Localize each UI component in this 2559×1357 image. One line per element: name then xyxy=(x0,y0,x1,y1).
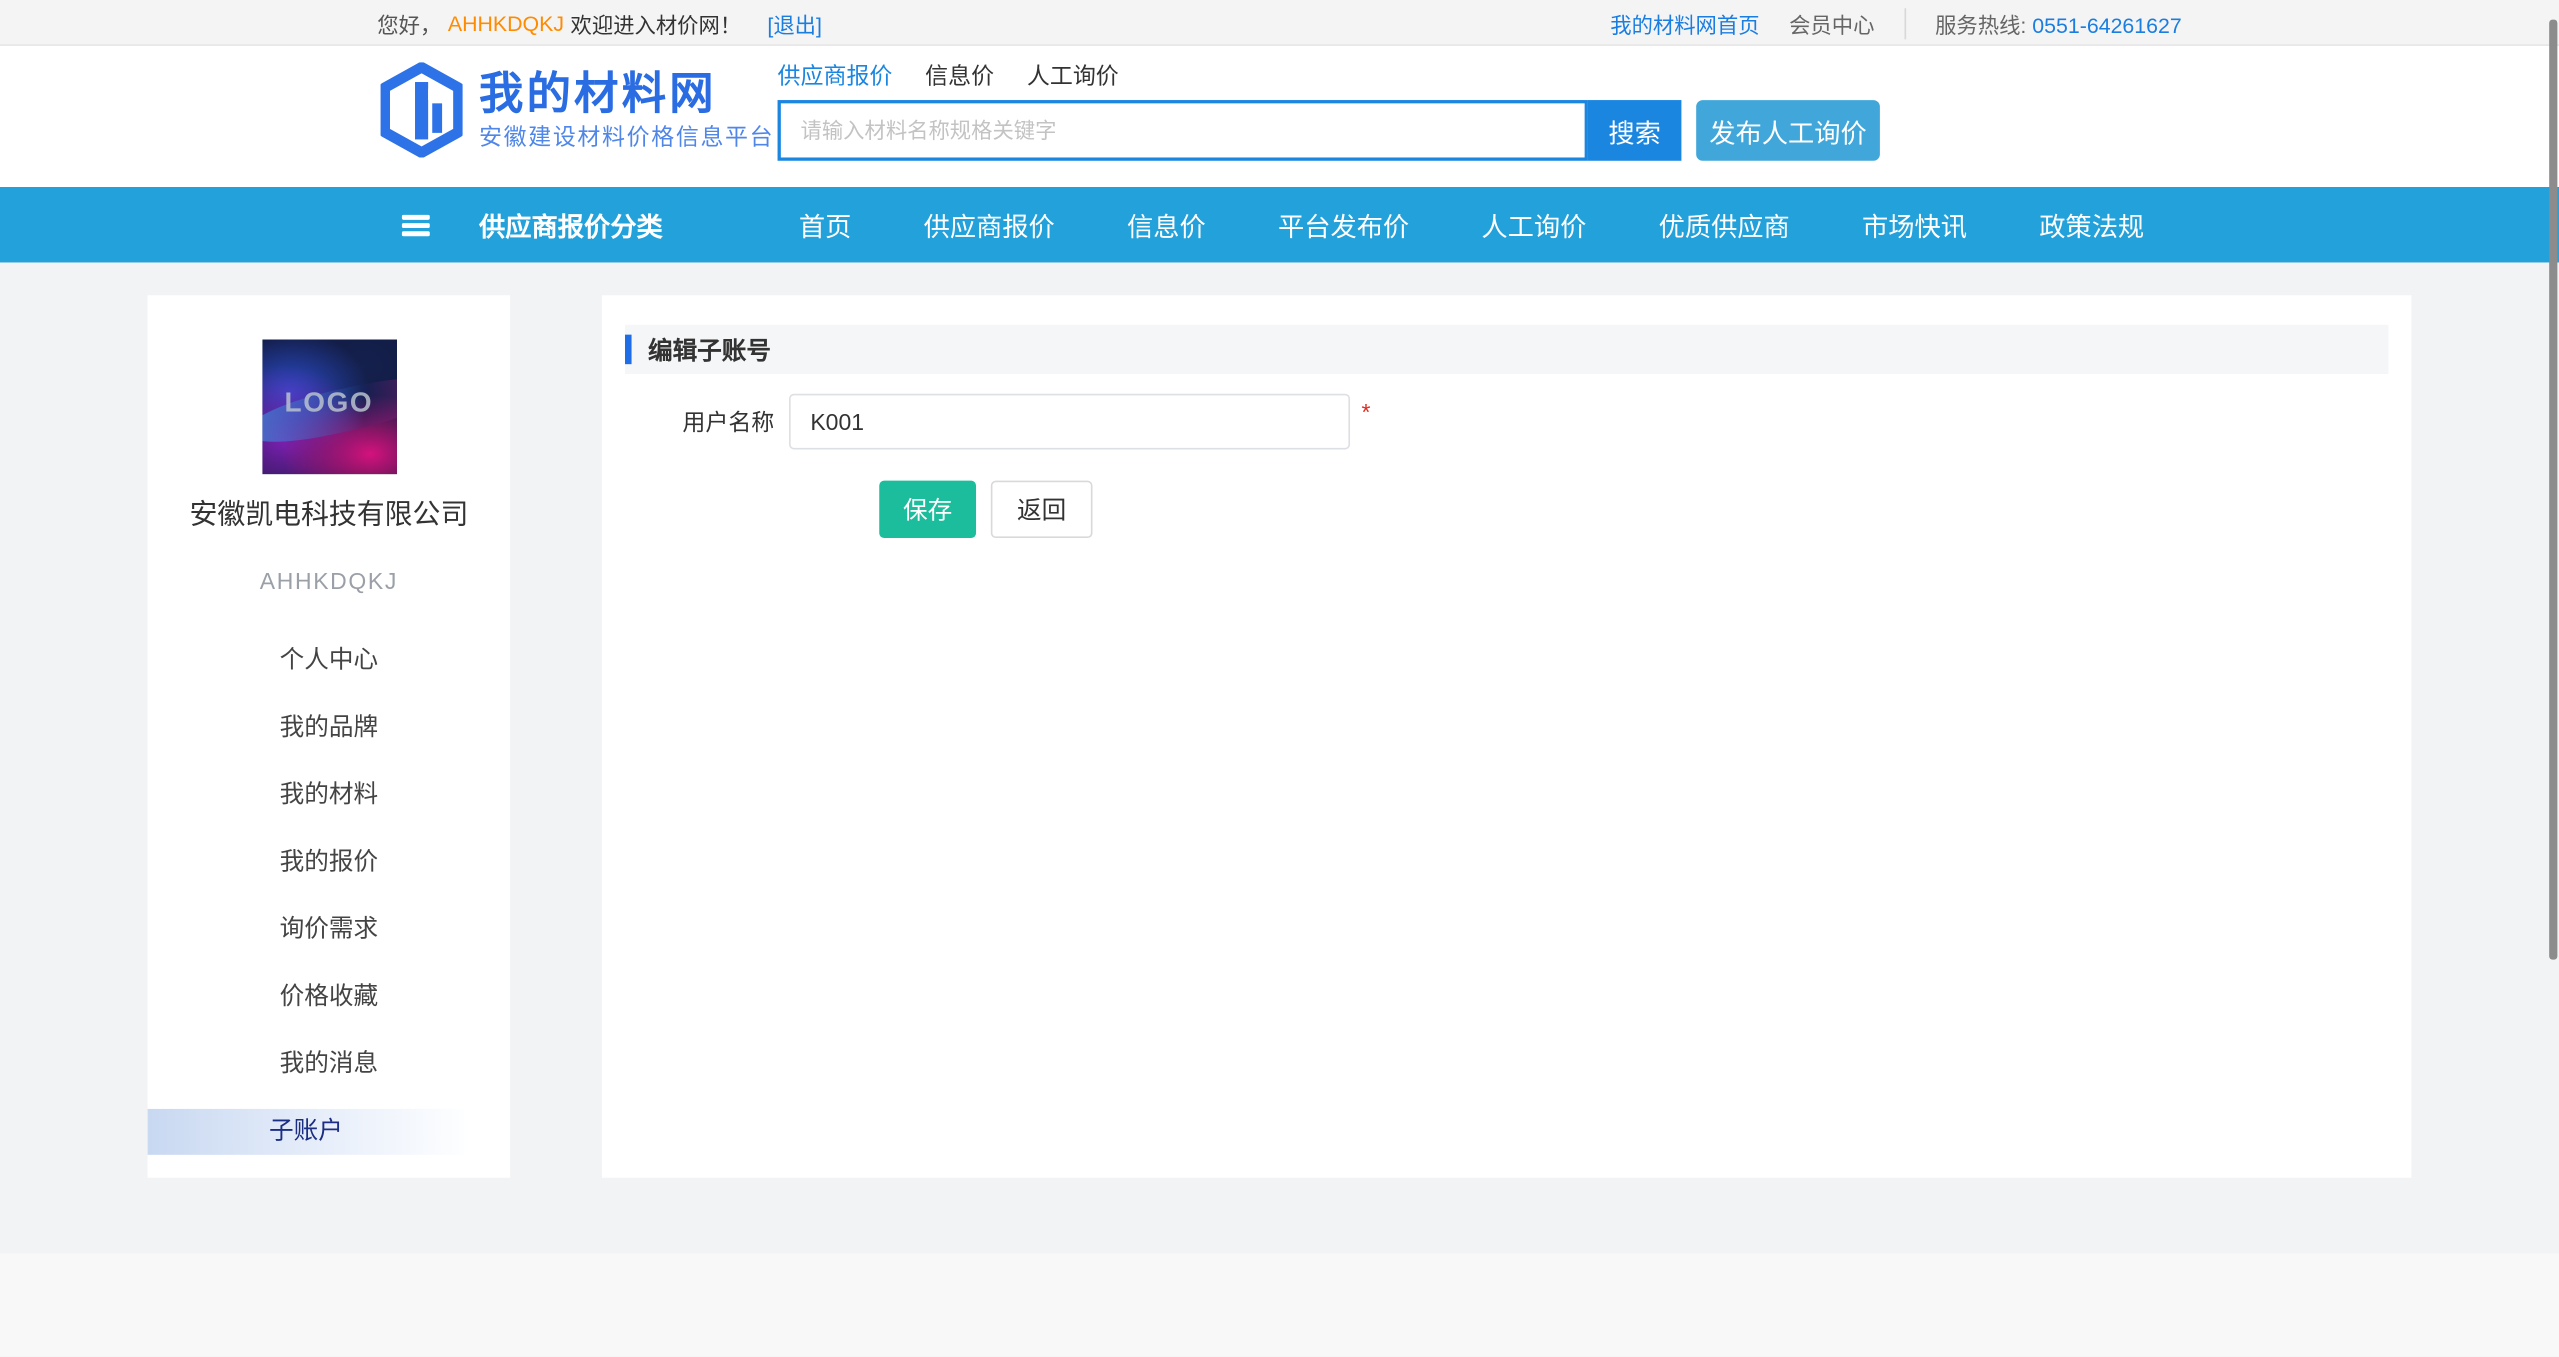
main-panel: 编辑子账号 用户名称 * 保存 返回 xyxy=(602,295,2411,1178)
nav-item[interactable]: 信息价 xyxy=(1127,205,1206,244)
site-subtitle: 安徽建设材料价格信息平台 xyxy=(479,119,774,152)
page-title: 编辑子账号 xyxy=(648,332,771,366)
supplier-category-label[interactable]: 供应商报价分类 xyxy=(479,205,758,244)
site-header: 我的材料网 安徽建设材料价格信息平台 供应商报价信息价人工询价 搜索 发布人工询… xyxy=(0,46,2559,187)
sidebar-menu-item[interactable]: 我的材料 xyxy=(148,773,511,819)
nav-item[interactable]: 人工询价 xyxy=(1481,205,1586,244)
search-tabs: 供应商报价信息价人工询价 xyxy=(778,56,1880,95)
site-logo[interactable]: 我的材料网 安徽建设材料价格信息平台 xyxy=(381,62,775,157)
search-tab[interactable]: 供应商报价 xyxy=(778,59,893,92)
nav-item[interactable]: 首页 xyxy=(799,205,852,244)
page-title-bar: 编辑子账号 xyxy=(625,325,2388,374)
search-button[interactable]: 搜索 xyxy=(1588,100,1682,161)
sidebar-menu-item[interactable]: 价格收藏 xyxy=(148,974,511,1020)
page: 您好， AHHKDQKJ 欢迎进入材价网！ [退出] 我的材料网首页 会员中心 … xyxy=(0,0,2559,1357)
greeting-area: 您好， AHHKDQKJ 欢迎进入材价网！ [退出] xyxy=(377,7,822,38)
sidebar-menu-item[interactable]: 个人中心 xyxy=(148,638,511,684)
member-sidebar: LOGO 安徽凯电科技有限公司 AHHKDQKJ 个人中心我的品牌我的材料我的报… xyxy=(148,295,511,1178)
sidebar-menu-item[interactable]: 我的报价 xyxy=(148,840,511,886)
search-tab[interactable]: 人工询价 xyxy=(1027,59,1119,92)
content-area: LOGO 安徽凯电科技有限公司 AHHKDQKJ 个人中心我的品牌我的材料我的报… xyxy=(148,295,2412,1178)
member-center-link[interactable]: 会员中心 xyxy=(1789,7,1874,38)
back-button[interactable]: 返回 xyxy=(991,481,1093,538)
nav-links: 首页 供应商报价 信息价 平台发布价 人工询价 优质供应商 市场快讯 政策法规 xyxy=(799,205,2144,244)
required-marker: * xyxy=(1362,399,1371,425)
username-text: AHHKDQKJ xyxy=(448,11,564,36)
welcome-text: 欢迎进入材价网！ xyxy=(571,7,742,38)
account-code: AHHKDQKJ xyxy=(148,568,511,594)
home-link[interactable]: 我的材料网首页 xyxy=(1610,7,1759,38)
sidebar-menu: 个人中心我的品牌我的材料我的报价询价需求价格收藏我的消息子账户 xyxy=(148,638,511,1155)
sidebar-menu-item[interactable]: 询价需求 xyxy=(148,907,511,953)
top-utility-bar: 您好， AHHKDQKJ 欢迎进入材价网！ [退出] 我的材料网首页 会员中心 … xyxy=(0,0,2559,46)
footer-band xyxy=(0,1253,2559,1356)
sidebar-menu-item[interactable]: 我的品牌 xyxy=(148,705,511,751)
hotline-number: 0551-64261627 xyxy=(2032,12,2181,37)
main-nav: 供应商报价分类 首页 供应商报价 信息价 平台发布价 人工询价 优质供应商 市场快讯 政策法规 xyxy=(0,187,2559,262)
company-logo-image: LOGO xyxy=(262,340,397,475)
nav-item[interactable]: 政策法规 xyxy=(2039,205,2144,244)
logout-link[interactable]: [退出] xyxy=(767,7,822,38)
company-name: 安徽凯电科技有限公司 xyxy=(148,490,511,531)
nav-item[interactable]: 平台发布价 xyxy=(1278,205,1409,244)
nav-item[interactable]: 市场快讯 xyxy=(1862,205,1967,244)
menu-icon[interactable] xyxy=(402,214,430,235)
save-button[interactable]: 保存 xyxy=(879,481,976,538)
company-logo-text: LOGO xyxy=(262,387,397,420)
hotline-label: 服务热线: xyxy=(1935,12,2026,37)
greeting-prefix: 您好， xyxy=(377,7,441,38)
hexagon-logo-icon xyxy=(381,62,463,157)
sidebar-menu-item[interactable]: 我的消息 xyxy=(148,1042,511,1088)
site-name: 我的材料网 xyxy=(479,68,774,117)
vertical-scrollbar[interactable] xyxy=(2549,20,2557,960)
nav-item[interactable]: 供应商报价 xyxy=(924,205,1055,244)
hotline: 服务热线: 0551-64261627 xyxy=(1904,7,2182,38)
nav-item[interactable]: 优质供应商 xyxy=(1659,205,1790,244)
search-tab[interactable]: 信息价 xyxy=(925,59,994,92)
publish-inquiry-button[interactable]: 发布人工询价 xyxy=(1696,100,1880,161)
search-input[interactable] xyxy=(778,100,1588,161)
username-field[interactable] xyxy=(789,394,1350,450)
username-label: 用户名称 xyxy=(682,394,790,450)
search-zone: 供应商报价信息价人工询价 搜索 发布人工询价 xyxy=(778,56,1880,161)
title-accent-bar xyxy=(625,335,632,365)
sidebar-menu-item[interactable]: 子账户 xyxy=(148,1109,465,1155)
